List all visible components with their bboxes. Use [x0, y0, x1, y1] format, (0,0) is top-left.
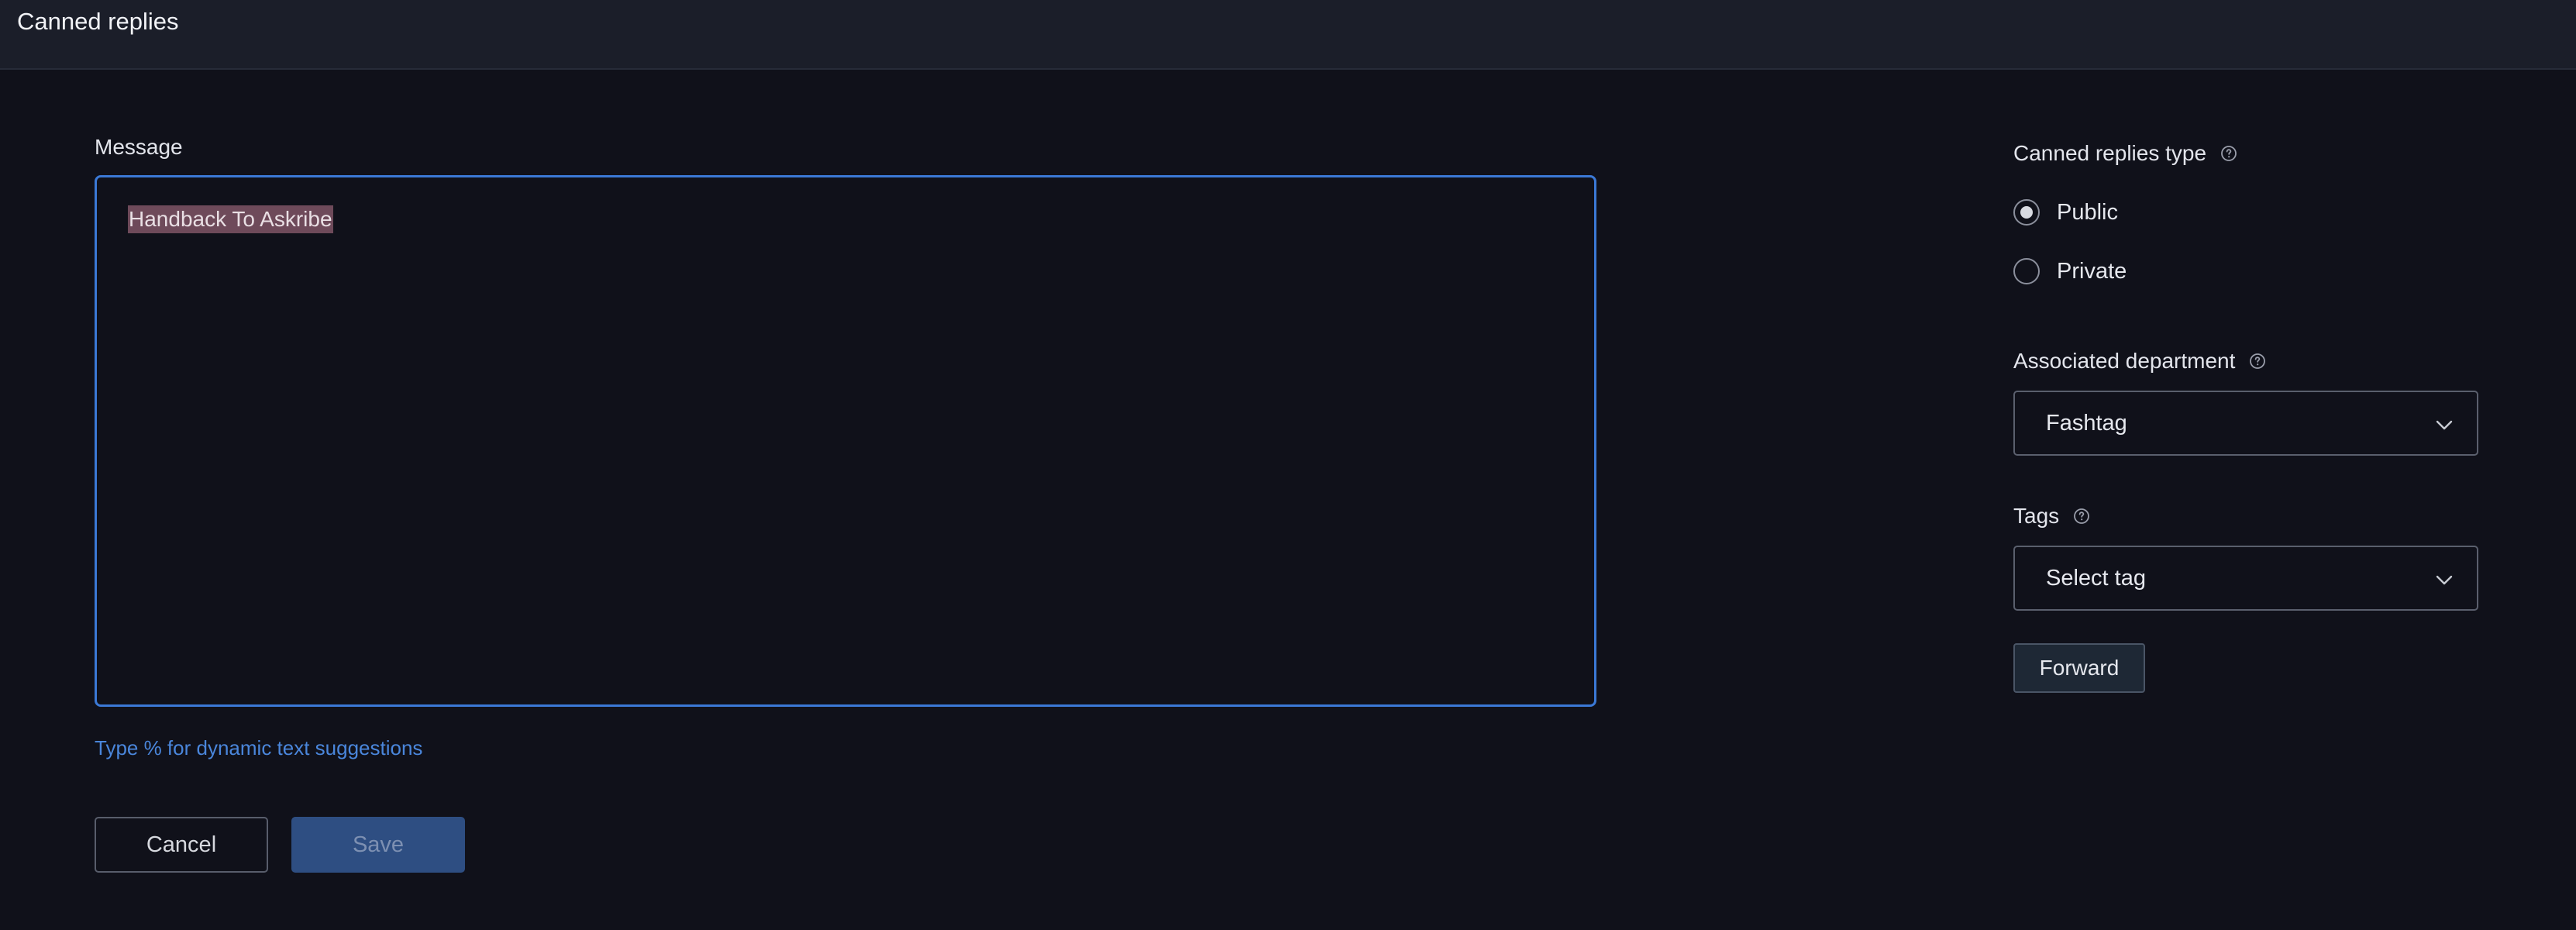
- message-textarea[interactable]: Handback To Askribe: [95, 175, 1596, 707]
- canned-replies-type-label: Canned replies type: [2013, 140, 2237, 167]
- save-button[interactable]: Save: [291, 817, 465, 873]
- help-circle-icon[interactable]: [2073, 508, 2090, 525]
- associated-department-label-text: Associated department: [2013, 349, 2236, 373]
- associated-department-label: Associated department: [2013, 347, 2266, 375]
- page-title: Canned replies: [17, 8, 179, 35]
- tags-label-text: Tags: [2013, 504, 2060, 528]
- tags-label: Tags: [2013, 502, 2090, 530]
- chevron-down-icon: [2436, 575, 2453, 585]
- message-text[interactable]: Handback To Askribe: [128, 205, 333, 233]
- department-select[interactable]: Fashtag: [2013, 391, 2478, 456]
- chevron-down-icon: [2436, 420, 2453, 430]
- radio-public[interactable]: Public: [2013, 197, 2118, 228]
- tags-select-placeholder: Select tag: [2046, 566, 2146, 591]
- canned-reply-editor: Canned replies Message Handback To Askri…: [0, 0, 2576, 930]
- message-label-text: Message: [95, 135, 183, 159]
- radio-private-circle[interactable]: [2013, 258, 2040, 284]
- dynamic-text-hint: Type % for dynamic text suggestions: [95, 736, 423, 760]
- radio-private-label[interactable]: Private: [2057, 259, 2127, 284]
- cancel-button[interactable]: Cancel: [95, 817, 268, 873]
- radio-private[interactable]: Private: [2013, 256, 2127, 287]
- radio-selected-dot: [2020, 206, 2033, 219]
- canned-replies-type-label-text: Canned replies type: [2013, 141, 2207, 165]
- radio-public-circle[interactable]: [2013, 199, 2040, 226]
- radio-public-label[interactable]: Public: [2057, 200, 2118, 226]
- tags-select[interactable]: Select tag: [2013, 546, 2478, 611]
- help-circle-icon[interactable]: [2249, 353, 2266, 370]
- department-select-value: Fashtag: [2046, 411, 2127, 436]
- message-label: Message: [95, 133, 183, 161]
- forward-button[interactable]: Forward: [2013, 643, 2145, 693]
- help-circle-icon[interactable]: [2220, 145, 2237, 162]
- top-bar: Canned replies: [0, 0, 2576, 70]
